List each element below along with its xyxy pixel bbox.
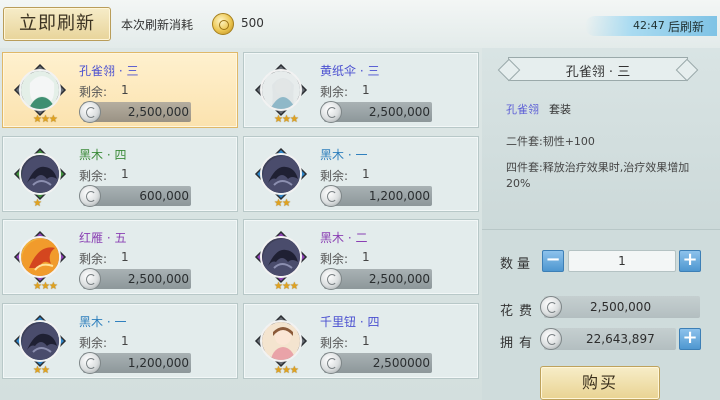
star-rating: ★★★ (274, 365, 299, 376)
remaining-value: 1 (121, 334, 129, 348)
remaining-label: 剩余: (320, 336, 349, 350)
item-price: 1,200,000 (127, 356, 189, 370)
star-rating: ★★★ (274, 281, 299, 292)
peacock-spirit-portrait (19, 69, 61, 111)
item-portrait-frame: ★★★ (13, 63, 67, 125)
item-portrait-frame: ★★★ (254, 230, 308, 292)
remaining-value: 1 (121, 250, 129, 264)
silver-coin-icon (540, 296, 562, 318)
owned-label: 拥有 (500, 336, 539, 351)
item-price: 1,200,000 (368, 189, 430, 203)
item-price: 2,500,000 (368, 272, 430, 286)
set-detail-box: 孔雀翎 · 三 孔雀翎 套装 二件套:韧性+100 四件套:释放治疗效果时,治疗… (482, 48, 720, 230)
set-name: 孔雀翎 (506, 103, 539, 116)
silver-coin-icon (320, 101, 342, 123)
star-rating: ★★ (274, 198, 291, 209)
silver-coin-icon (79, 185, 101, 207)
item-card[interactable]: ★ 黑木 · 四剩余: 1 600,000 (2, 136, 238, 212)
cost-value: 2,500,000 (590, 300, 652, 314)
item-name: 孔雀翎 · 三 (79, 64, 139, 78)
remaining-label: 剩余: (320, 169, 349, 183)
remaining-value: 1 (362, 250, 370, 264)
item-card[interactable]: ★★★ 千里钮 · 四剩余: 1 2,500000 (243, 303, 479, 379)
silver-coin-icon (79, 268, 101, 290)
item-name: 黑木 · 四 (79, 148, 127, 162)
silver-coin-icon (320, 185, 342, 207)
remaining-label: 剩余: (79, 336, 108, 350)
remaining-label: 剩余: (79, 85, 108, 99)
star-rating: ★★★ (33, 114, 58, 125)
set-suffix: 套装 (549, 103, 571, 116)
remaining-label: 剩余: (79, 252, 108, 266)
quantity-decrease-button[interactable]: − (542, 250, 564, 272)
remaining-value: 1 (362, 334, 370, 348)
silver-coin-icon (540, 328, 562, 350)
item-name: 红雁 · 五 (79, 231, 127, 245)
item-card[interactable]: ★★★ 孔雀翎 · 三剩余: 1 2,500,000 (2, 52, 238, 128)
item-portrait-frame: ★★★ (254, 314, 308, 376)
item-card[interactable]: ★★★ 黄纸伞 · 三剩余: 1 2,500,000 (243, 52, 479, 128)
refresh-timer-suffix: 后刷新 (668, 20, 705, 34)
cost-label: 花费 (500, 304, 539, 319)
crow-portrait (19, 153, 61, 195)
crow-portrait (260, 236, 302, 278)
remaining-value: 1 (362, 167, 370, 181)
item-portrait-frame: ★★★ (13, 230, 67, 292)
star-rating: ★★★ (33, 281, 58, 292)
remaining-value: 1 (121, 167, 129, 181)
quantity-field[interactable]: 1 (568, 250, 676, 272)
refresh-cost-label: 本次刷新消耗 (121, 18, 194, 32)
refresh-timer-value: 42:47 (633, 19, 665, 32)
add-currency-button[interactable]: + (679, 328, 701, 350)
quantity-increase-button[interactable]: + (679, 250, 701, 272)
refresh-now-button[interactable]: 立即刷新 (3, 7, 111, 41)
quantity-label: 数量 (500, 257, 535, 272)
item-price: 2,500,000 (127, 105, 189, 119)
crow-portrait (260, 153, 302, 195)
item-price: 2,500000 (372, 356, 430, 370)
phoenix-portrait (19, 236, 61, 278)
remaining-value: 1 (362, 83, 370, 97)
item-portrait-frame: ★★ (13, 314, 67, 376)
detail-title: 孔雀翎 · 三 (565, 65, 631, 80)
item-portrait-frame: ★★★ (254, 63, 308, 125)
silver-coin-icon (79, 101, 101, 123)
owned-value: 22,643,897 (586, 332, 655, 346)
two-piece-bonus: 二件套:韧性+100 (506, 135, 595, 148)
remaining-label: 剩余: (320, 85, 349, 99)
item-card[interactable]: ★★ 黑木 · 一剩余: 1 1,200,000 (243, 136, 479, 212)
item-name: 黄纸伞 · 三 (320, 64, 380, 78)
girl-portrait (260, 320, 302, 362)
umbrella-spirit-portrait (260, 69, 302, 111)
item-portrait-frame: ★★ (254, 147, 308, 209)
item-card[interactable]: ★★ 黑木 · 一剩余: 1 1,200,000 (2, 303, 238, 379)
buy-button[interactable]: 购买 (540, 366, 660, 400)
four-piece-bonus: 四件套:释放治疗效果时,治疗效果增加20% (506, 161, 690, 190)
item-name: 黑木 · 一 (320, 148, 368, 162)
item-name: 千里钮 · 四 (320, 315, 380, 329)
item-name: 黑木 · 一 (79, 315, 127, 329)
silver-coin-icon (320, 352, 342, 374)
detail-panel: 孔雀翎 · 三 孔雀翎 套装 二件套:韧性+100 四件套:释放治疗效果时,治疗… (482, 48, 720, 400)
crow-portrait (19, 320, 61, 362)
silver-coin-icon (320, 268, 342, 290)
item-name: 黑木 · 二 (320, 231, 368, 245)
gold-coin-icon (212, 13, 234, 35)
star-rating: ★★ (33, 365, 50, 376)
remaining-label: 剩余: (320, 252, 349, 266)
item-card[interactable]: ★★★ 红雁 · 五剩余: 1 2,500,000 (2, 219, 238, 295)
remaining-label: 剩余: (79, 169, 108, 183)
item-price: 2,500,000 (368, 105, 430, 119)
remaining-value: 1 (121, 83, 129, 97)
star-rating: ★ (33, 198, 42, 209)
item-price: 2,500,000 (127, 272, 189, 286)
star-rating: ★★★ (274, 114, 299, 125)
item-card[interactable]: ★★★ 黑木 · 二剩余: 1 2,500,000 (243, 219, 479, 295)
refresh-cost-value: 500 (241, 16, 264, 30)
item-price: 600,000 (139, 189, 189, 203)
item-portrait-frame: ★ (13, 147, 67, 209)
silver-coin-icon (79, 352, 101, 374)
